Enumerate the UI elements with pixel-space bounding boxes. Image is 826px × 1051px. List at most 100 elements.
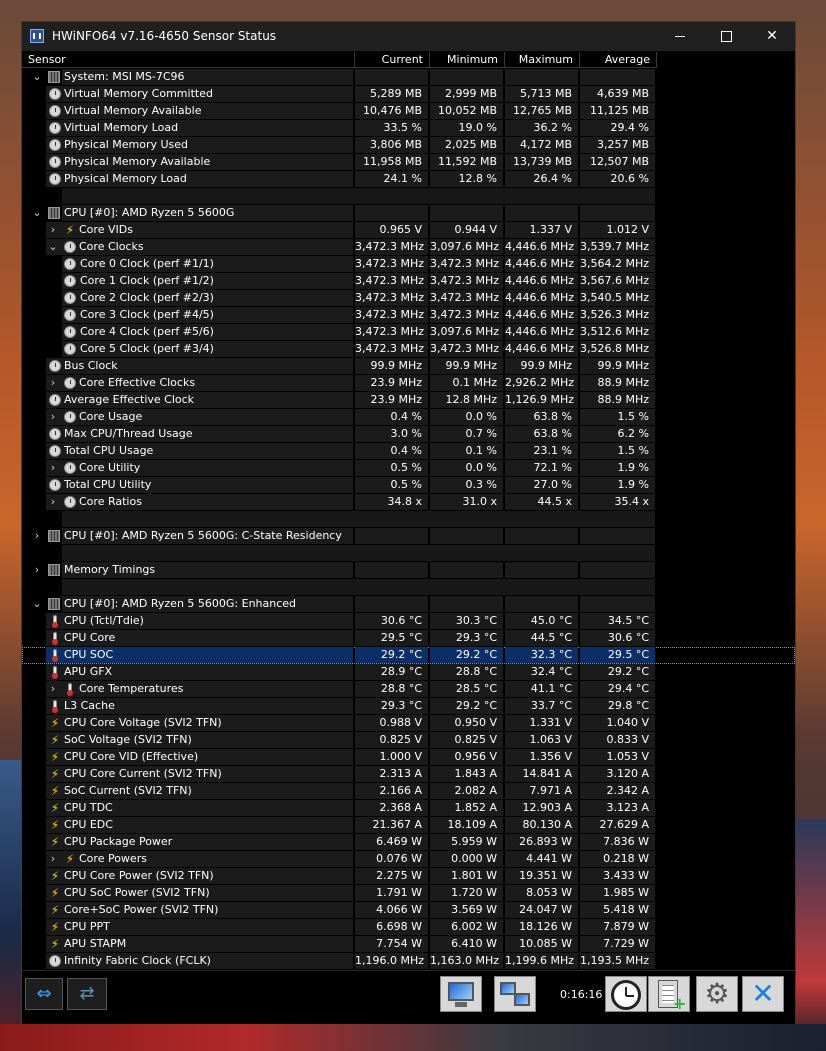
sensor-row[interactable]: Core 4 Clock (perf #5/6) 3,472.3 MHz 3,097… [22, 324, 795, 341]
sensor-row[interactable]: CPU Core 29.5 °C 29.3 °C 44.5 °C 30.6 °C [22, 630, 795, 647]
maximize-button[interactable] [703, 22, 749, 51]
sensor-row[interactable]: Average Effective Clock 23.9 MHz 12.8 MHz 1… [22, 392, 795, 409]
minimize-button[interactable] [657, 22, 703, 51]
collapse-arrows-button[interactable]: ⇄ [67, 978, 107, 1010]
expand-chevron-icon[interactable]: › [32, 528, 42, 544]
expand-chevron-icon[interactable]: › [32, 562, 42, 578]
maximum-value [505, 205, 578, 221]
column-header-average[interactable]: Average [580, 52, 657, 68]
sensor-label: CPU Core VID (Effective) [64, 750, 199, 763]
sensor-row[interactable]: ⌄ Core Clocks 3,472.3 MHz 3,097.6 MHz 4,446.… [22, 239, 795, 256]
sensor-row[interactable]: ⚡ CPU PPT 6.698 W 6.002 W 18.126 W 7.879 W [22, 919, 795, 936]
minimum-value: 11,592 MB [430, 154, 503, 170]
sensor-row[interactable]: Physical Memory Load 24.1 % 12.8 % 26.4 % 20… [22, 171, 795, 188]
expand-arrows-button[interactable]: ⇔ [25, 978, 63, 1010]
sensor-row[interactable]: ⚡ CPU SoC Power (SVI2 TFN) 1.791 W 1.720 W8… [22, 885, 795, 902]
sensor-row[interactable]: Bus Clock 99.9 MHz 99.9 MHz 99.9 MHz 99.9 MH… [22, 358, 795, 375]
sensor-row[interactable]: L3 Cache 29.3 °C 29.2 °C 33.7 °C 29.8 °C [22, 698, 795, 715]
sensor-row[interactable]: Core 0 Clock (perf #1/1) 3,472.3 MHz 3,472… [22, 256, 795, 273]
sensor-row[interactable]: Core 3 Clock (perf #4/5) 3,472.3 MHz 3,472… [22, 307, 795, 324]
sensor-row[interactable]: ⚡ APU STAPM 7.754 W 6.410 W 10.085 W 7.729 W [22, 936, 795, 953]
expand-chevron-icon[interactable]: › [48, 409, 58, 425]
expand-chevron-icon[interactable]: › [48, 681, 58, 697]
expand-chevron-icon[interactable]: › [48, 375, 58, 391]
sensor-row[interactable]: ⚡ CPU Package Power 6.469 W 5.959 W 26.893 W… [22, 834, 795, 851]
sensor-row[interactable]: › Core Ratios 34.8 x 31.0 x 44.5 x 35.4 x [22, 494, 795, 511]
sensor-row[interactable]: CPU (Tctl/Tdie) 30.6 °C 30.3 °C 45.0 °C 34.5… [22, 613, 795, 630]
logging-monitor-button[interactable] [440, 976, 482, 1012]
sensor-row[interactable]: ⚡ CPU Core Voltage (SVI2 TFN) 0.988 V 0.950… [22, 715, 795, 732]
expand-chevron-icon[interactable]: › [48, 494, 58, 510]
sensor-row[interactable]: › Core Usage 0.4 % 0.0 % 63.8 % 1.5 % [22, 409, 795, 426]
close-sensors-button[interactable]: ✕ [742, 976, 784, 1012]
expand-chevron-icon[interactable]: › [48, 460, 58, 476]
sensor-group-row[interactable]: › CPU [#0]: AMD Ryzen 5 5600G: C-State Re… [22, 528, 795, 545]
sensor-row[interactable]: Total CPU Utility 0.5 % 0.3 % 27.0 % 1.9 % [22, 477, 795, 494]
monitor-icon [448, 982, 474, 1001]
sensor-group-row[interactable]: ⌄ CPU [#0]: AMD Ryzen 5 5600G [22, 205, 795, 222]
expand-chevron-icon[interactable]: › [48, 222, 58, 238]
minimum-value: 3,472.3 MHz [430, 273, 503, 289]
sensor-row[interactable]: Core 1 Clock (perf #1/2) 3,472.3 MHz 3,472… [22, 273, 795, 290]
collapse-chevron-icon[interactable]: ⌄ [32, 69, 42, 85]
sensor-row[interactable]: Virtual Memory Load 33.5 % 19.0 % 36.2 % 29.… [22, 120, 795, 137]
sensor-row[interactable]: ⚡ CPU Core Current (SVI2 TFN) 2.313 A 1.843… [22, 766, 795, 783]
sensor-row[interactable]: › ⚡ Core VIDs 0.965 V 0.944 V 1.337 V 1.012 V [22, 222, 795, 239]
sensor-row[interactable]: Physical Memory Used 3,806 MB 2,025 MB 4,17… [22, 137, 795, 154]
sensor-row[interactable]: ⚡ SoC Current (SVI2 TFN) 2.166 A 2.082 A 7.9… [22, 783, 795, 800]
sensor-row[interactable]: › Core Effective Clocks 23.9 MHz 0.1 MHz 2,9… [22, 375, 795, 392]
sensor-group-row[interactable]: › Memory Timings [22, 562, 795, 579]
network-button[interactable] [494, 976, 536, 1012]
sensor-row[interactable]: ⚡ CPU Core VID (Effective) 1.000 V 0.956 V1… [22, 749, 795, 766]
sensor-row[interactable]: Infinity Fabric Clock (FCLK) 1,196.0 MHz 1… [22, 953, 795, 969]
sensor-row[interactable]: ⚡ CPU EDC 21.367 A 18.109 A 80.130 A 27.629 A [22, 817, 795, 834]
minimum-value: 31.0 x [430, 494, 503, 510]
sensor-row[interactable]: › Core Temperatures 28.8 °C 28.5 °C 41.1 °C 2… [22, 681, 795, 698]
sensor-row[interactable]: ⚡ CPU TDC 2.368 A 1.852 A 12.903 A 3.123 A [22, 800, 795, 817]
sensor-row[interactable]: Core 2 Clock (perf #2/3) 3,472.3 MHz 3,472… [22, 290, 795, 307]
settings-button[interactable]: ⚙ [696, 976, 738, 1012]
start-logging-button[interactable]: + [648, 976, 690, 1012]
sensor-row[interactable]: Total CPU Usage 0.4 % 0.1 % 23.1 % 1.5 % [22, 443, 795, 460]
sensor-row[interactable]: APU GFX 28.9 °C 28.8 °C 32.4 °C 29.2 °C [22, 664, 795, 681]
maximum-value: 12,765 MB [505, 103, 578, 119]
sensor-row[interactable]: Max CPU/Thread Usage 3.0 % 0.7 % 63.8 % 6.2 … [22, 426, 795, 443]
lightning-icon: ⚡ [50, 920, 60, 934]
collapse-chevron-icon[interactable]: ⌄ [32, 205, 42, 221]
close-window-button[interactable]: ✕ [749, 22, 795, 51]
maximum-value: 14.841 A [505, 766, 578, 782]
column-header-minimum[interactable]: Minimum [430, 52, 505, 68]
collapse-chevron-icon[interactable]: ⌄ [48, 239, 58, 255]
column-header-sensor[interactable]: Sensor [22, 52, 355, 68]
maximum-value: 4,446.6 MHz [505, 307, 578, 323]
sensor-row[interactable]: Virtual Memory Committed 5,289 MB 2,999 MB… [22, 86, 795, 103]
sensor-row[interactable]: ⚡ SoC Voltage (SVI2 TFN) 0.825 V 0.825 V 1.0… [22, 732, 795, 749]
current-value [355, 596, 428, 612]
sensor-group-row[interactable]: ⌄ System: MSI MS-7C96 [22, 69, 795, 86]
sensor-row[interactable]: Core 5 Clock (perf #3/4) 3,472.3 MHz 3,472… [22, 341, 795, 358]
sensor-row[interactable]: CPU SOC 29.2 °C 29.2 °C 32.3 °C 29.5 °C [22, 647, 795, 664]
sensor-row[interactable]: Physical Memory Available 11,958 MB 11,592… [22, 154, 795, 171]
collapse-chevron-icon[interactable]: ⌄ [32, 596, 42, 612]
minimum-value: 2,025 MB [430, 137, 503, 153]
lightning-icon: ⚡ [50, 733, 60, 747]
column-header-maximum[interactable]: Maximum [505, 52, 580, 68]
sensor-row[interactable]: ⚡ Core+SoC Power (SVI2 TFN) 4.066 W 3.569 W… [22, 902, 795, 919]
current-value [355, 69, 428, 85]
expand-chevron-icon[interactable]: › [48, 851, 58, 867]
minimum-value: 1.720 W [430, 885, 503, 901]
title-bar[interactable]: HWiNFO64 v7.16-4650 Sensor Status ✕ [22, 22, 795, 51]
sensor-group-row[interactable]: ⌄ CPU [#0]: AMD Ryzen 5 5600G: Enhanced [22, 596, 795, 613]
sensor-table[interactable]: ⌄ System: MSI MS-7C96 Virtual Memory Commi… [22, 69, 795, 969]
sensor-row[interactable]: Virtual Memory Available 10,476 MB 10,052 … [22, 103, 795, 120]
sensor-row[interactable]: ⚡ CPU Core Power (SVI2 TFN) 2.275 W 1.801 W… [22, 868, 795, 885]
sensor-row[interactable]: › ⚡ Core Powers 0.076 W 0.000 W 4.441 W 0.218 … [22, 851, 795, 868]
minimum-value: 10,052 MB [430, 103, 503, 119]
reset-timer-button[interactable] [605, 976, 647, 1012]
maximum-value: 1,126.9 MHz [505, 392, 578, 408]
column-header-current[interactable]: Current [355, 52, 430, 68]
minimum-value: 0.0 % [430, 409, 503, 425]
current-value: 1.791 W [355, 885, 428, 901]
sensor-row[interactable]: › Core Utility 0.5 % 0.0 % 72.1 % 1.9 % [22, 460, 795, 477]
wallpaper-bottom [0, 1024, 826, 1051]
